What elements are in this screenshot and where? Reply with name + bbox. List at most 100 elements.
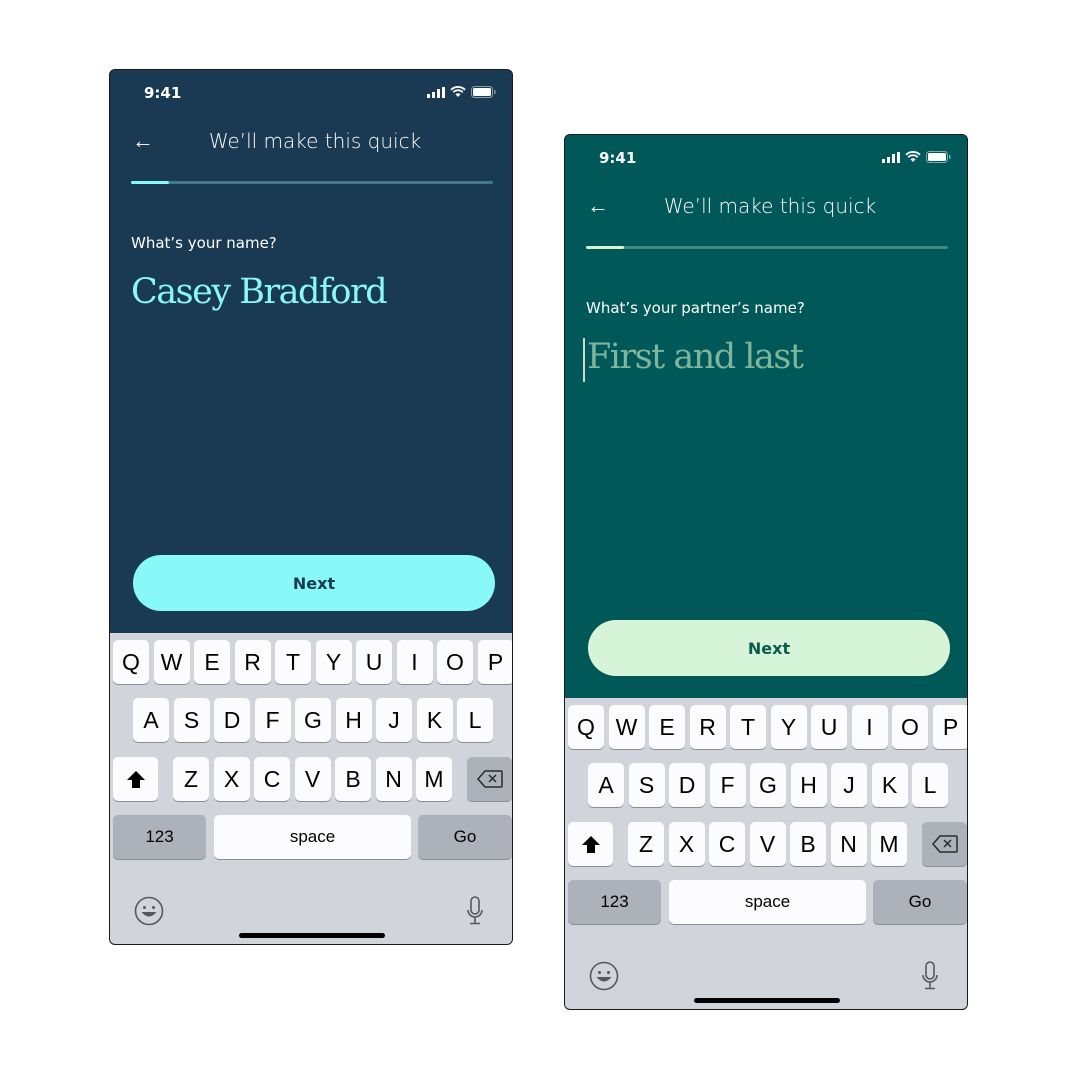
microphone-icon[interactable] xyxy=(921,961,939,991)
keyboard-row-4: 123 space Go xyxy=(565,880,967,926)
key-f[interactable]: F xyxy=(254,698,291,742)
key-h[interactable]: H xyxy=(335,698,372,742)
next-button[interactable]: Next xyxy=(588,620,950,676)
key-y[interactable]: Y xyxy=(315,640,352,684)
key-k[interactable]: K xyxy=(871,763,908,807)
key-q[interactable]: Q xyxy=(568,705,604,749)
key-n[interactable]: N xyxy=(830,822,867,866)
key-v[interactable]: V xyxy=(749,822,786,866)
keyboard-row-1: QWERTYUIOP xyxy=(110,640,512,686)
status-icons xyxy=(427,86,496,98)
key-d[interactable]: D xyxy=(669,763,705,807)
go-key[interactable]: Go xyxy=(873,880,967,924)
key-s[interactable]: S xyxy=(173,698,210,742)
key-l[interactable]: L xyxy=(912,763,948,807)
status-icons xyxy=(882,151,951,163)
key-m[interactable]: M xyxy=(871,822,907,866)
key-g[interactable]: G xyxy=(295,698,331,742)
key-z[interactable]: Z xyxy=(628,822,664,866)
shift-icon xyxy=(126,770,145,788)
keyboard-row-3: ZXCVBNM xyxy=(110,757,512,803)
key-x[interactable]: X xyxy=(668,822,705,866)
go-key[interactable]: Go xyxy=(418,815,512,859)
key-e[interactable]: E xyxy=(194,640,230,684)
home-indicator xyxy=(239,933,385,938)
backspace-key[interactable] xyxy=(922,822,967,866)
key-v[interactable]: V xyxy=(294,757,331,801)
home-indicator xyxy=(694,998,840,1003)
shift-key[interactable] xyxy=(568,822,613,866)
numbers-key[interactable]: 123 xyxy=(113,815,206,859)
key-i[interactable]: I xyxy=(396,640,433,684)
key-j[interactable]: J xyxy=(376,698,412,742)
key-f[interactable]: F xyxy=(709,763,746,807)
key-y[interactable]: Y xyxy=(770,705,807,749)
battery-icon xyxy=(926,151,951,163)
space-key[interactable]: space xyxy=(214,815,411,859)
keyboard-row-3: ZXCVBNM xyxy=(565,822,967,868)
next-button[interactable]: Next xyxy=(133,555,495,611)
key-u[interactable]: U xyxy=(356,640,392,684)
shift-icon xyxy=(581,835,600,853)
keyboard-row-4: 123 space Go xyxy=(110,815,512,861)
key-e[interactable]: E xyxy=(649,705,685,749)
backspace-icon xyxy=(931,835,958,853)
backspace-icon xyxy=(476,770,503,788)
name-input-placeholder[interactable]: First and last xyxy=(587,337,804,377)
key-s[interactable]: S xyxy=(628,763,665,807)
progress-fill xyxy=(586,246,624,249)
key-w[interactable]: W xyxy=(153,640,190,684)
backspace-key[interactable] xyxy=(467,757,512,801)
key-a[interactable]: A xyxy=(133,698,169,742)
key-l[interactable]: L xyxy=(457,698,493,742)
name-input[interactable]: Casey Bradford xyxy=(131,272,388,312)
key-i[interactable]: I xyxy=(851,705,888,749)
key-p[interactable]: P xyxy=(477,640,512,684)
key-o[interactable]: O xyxy=(437,640,473,684)
emoji-icon[interactable] xyxy=(589,961,619,991)
progress-track xyxy=(586,246,948,249)
cellular-signal-icon xyxy=(882,151,900,163)
key-z[interactable]: Z xyxy=(173,757,209,801)
phone-screen-partner-name: 9:41 ← We’ll make this quick What’s your… xyxy=(564,134,968,1010)
key-a[interactable]: A xyxy=(588,763,624,807)
battery-icon xyxy=(471,86,496,98)
key-o[interactable]: O xyxy=(892,705,928,749)
field-label: What’s your name? xyxy=(131,234,277,252)
key-c[interactable]: C xyxy=(709,822,745,866)
key-j[interactable]: J xyxy=(831,763,867,807)
key-x[interactable]: X xyxy=(213,757,250,801)
numbers-key[interactable]: 123 xyxy=(568,880,661,924)
key-m[interactable]: M xyxy=(416,757,452,801)
key-w[interactable]: W xyxy=(608,705,645,749)
app-screen: 9:41 ← We’ll make this quick What’s your… xyxy=(565,135,967,698)
key-u[interactable]: U xyxy=(811,705,847,749)
key-r[interactable]: R xyxy=(234,640,271,684)
progress-fill xyxy=(131,181,169,184)
key-d[interactable]: D xyxy=(214,698,250,742)
key-c[interactable]: C xyxy=(254,757,290,801)
key-r[interactable]: R xyxy=(689,705,726,749)
keyboard-row-1: QWERTYUIOP xyxy=(565,705,967,751)
key-h[interactable]: H xyxy=(790,763,827,807)
key-b[interactable]: B xyxy=(335,757,371,801)
key-k[interactable]: K xyxy=(416,698,453,742)
microphone-icon[interactable] xyxy=(466,896,484,926)
page-title: We’ll make this quick xyxy=(208,129,422,153)
key-t[interactable]: T xyxy=(730,705,766,749)
key-b[interactable]: B xyxy=(790,822,826,866)
cellular-signal-icon xyxy=(427,86,445,98)
shift-key[interactable] xyxy=(113,757,158,801)
key-g[interactable]: G xyxy=(750,763,786,807)
key-p[interactable]: P xyxy=(932,705,967,749)
status-time: 9:41 xyxy=(599,149,637,167)
key-q[interactable]: Q xyxy=(113,640,149,684)
keyboard-row-2: ASDFGHJKL xyxy=(565,763,967,809)
progress-track xyxy=(131,181,493,184)
key-t[interactable]: T xyxy=(275,640,311,684)
app-screen: 9:41 ← We’ll make this quick What’s your… xyxy=(110,70,512,633)
keyboard-row-2: ASDFGHJKL xyxy=(110,698,512,744)
emoji-icon[interactable] xyxy=(134,896,164,926)
key-n[interactable]: N xyxy=(375,757,412,801)
space-key[interactable]: space xyxy=(669,880,866,924)
